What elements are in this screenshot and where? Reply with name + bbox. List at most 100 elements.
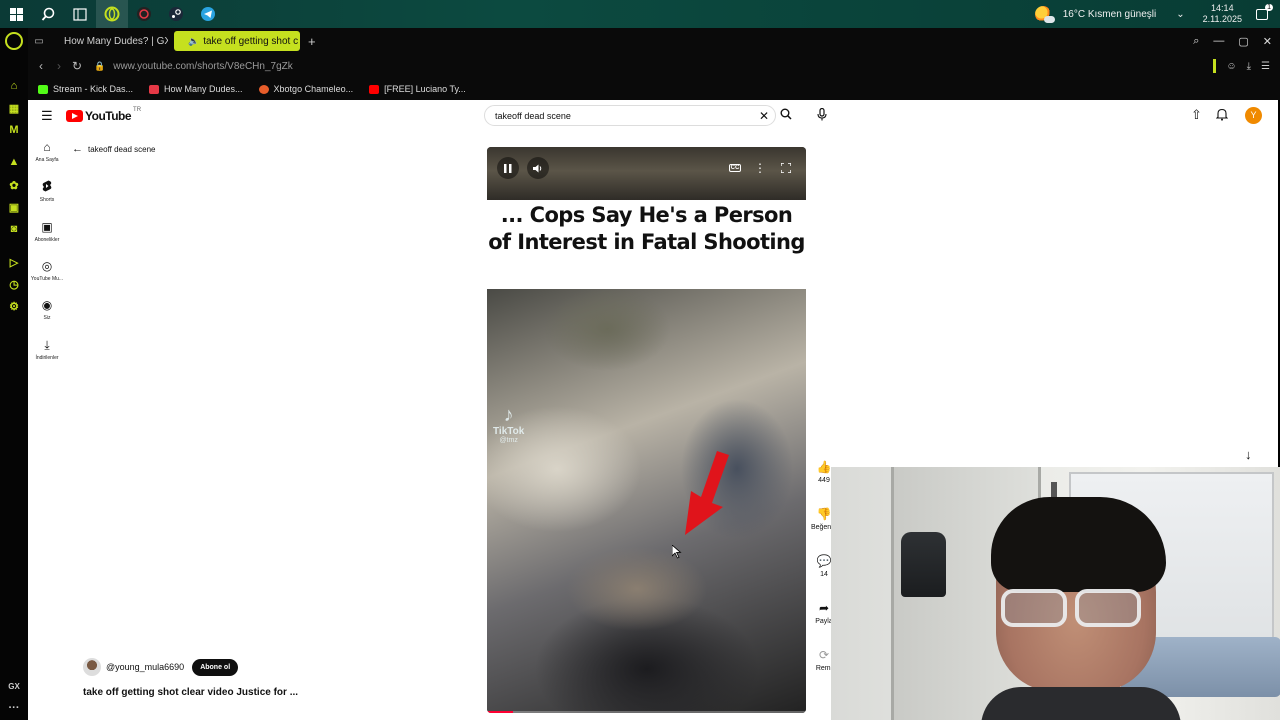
- webcam-person-body: [981, 687, 1181, 720]
- kick-icon: [38, 84, 48, 94]
- gx-control-icon[interactable]: ⌂: [6, 78, 22, 94]
- clear-search-icon[interactable]: ✕: [759, 109, 769, 123]
- hamburger-menu-icon[interactable]: ☰: [41, 108, 53, 124]
- bookmark-xbotgo[interactable]: Xbotgo Chameleo...: [258, 84, 353, 94]
- maximize-icon[interactable]: ▢: [1238, 35, 1248, 48]
- home-icon: ⌂: [43, 140, 51, 154]
- webcam-person-hair: [991, 497, 1166, 592]
- more-icon[interactable]: ···: [6, 700, 22, 716]
- clock-date: 2.11.2025: [1202, 14, 1242, 24]
- youtube-logo[interactable]: YouTube TR: [66, 107, 141, 123]
- minimize-icon[interactable]: —: [1213, 35, 1224, 47]
- sidebar-item-downloads[interactable]: ⤓ İndirilenler: [28, 338, 66, 361]
- captions-button[interactable]: CC: [724, 157, 746, 179]
- menu-icon[interactable]: ☰: [1261, 61, 1270, 72]
- gx-gear-icon[interactable]: ⚙: [6, 298, 22, 314]
- tab-bar: ▭ How Many Dudes? | GX 🔈 take off gettin…: [28, 28, 1280, 54]
- notification-count: 1: [1265, 3, 1273, 11]
- download-icon[interactable]: ⤓: [1247, 61, 1251, 72]
- downloads-icon: ⤓: [44, 338, 50, 352]
- bookmark-label: How Many Dudes...: [164, 84, 243, 94]
- glasses-lens: [1001, 589, 1067, 627]
- video-frame: ♪ TikTok @tmz: [487, 289, 806, 713]
- telegram-icon[interactable]: [192, 0, 224, 28]
- channel-row: @young_mula6690 Abone ol: [83, 658, 239, 676]
- sidebar-item-label: Siz: [43, 315, 51, 321]
- windows-taskbar: 16°C Kısmen güneşli ⌄ 14:14 2.11.2025 1: [0, 0, 1280, 28]
- channel-name[interactable]: @young_mula6690: [106, 662, 184, 672]
- gx-label-icon[interactable]: GX: [6, 678, 22, 694]
- search-input[interactable]: takeoff dead scene ✕: [484, 105, 776, 126]
- fullscreen-icon[interactable]: [775, 157, 797, 179]
- glasses-lens: [1075, 589, 1141, 627]
- new-tab-button[interactable]: +: [308, 34, 316, 49]
- workspace-icon[interactable]: ▭: [28, 36, 50, 47]
- tiktok-watermark: ♪ TikTok @tmz: [493, 404, 524, 444]
- close-icon[interactable]: ✕: [1263, 35, 1272, 48]
- gx-news-icon[interactable]: ▦: [6, 100, 22, 116]
- clock[interactable]: 14:14 2.11.2025: [1203, 3, 1242, 25]
- search-button-icon[interactable]: [780, 108, 792, 123]
- tab-search-icon[interactable]: ⌕: [1193, 35, 1199, 48]
- url-field[interactable]: www.youtube.com/shorts/V8eCHn_7gZk: [113, 61, 293, 72]
- shorts-icon: [28, 180, 66, 194]
- gx-settings-icon[interactable]: ✿: [6, 177, 22, 193]
- pause-button[interactable]: [497, 157, 519, 179]
- gx-favicon: [149, 84, 160, 94]
- sidebar-item-shorts[interactable]: Shorts: [28, 180, 66, 203]
- bell-icon[interactable]: [1215, 108, 1229, 124]
- sidebar-item-home[interactable]: ⌂ Ana Sayfa: [28, 140, 66, 163]
- youtube-header: ☰ YouTube TR takeoff dead scene ✕ ⇧ Y: [28, 100, 1278, 132]
- bookmark-luciano[interactable]: [FREE] Luciano Ty...: [369, 84, 466, 94]
- sidebar-item-subscriptions[interactable]: ▣ Abonelikler: [28, 220, 66, 243]
- bookmark-how-many-dudes[interactable]: How Many Dudes...: [149, 84, 243, 94]
- task-view-icon[interactable]: [64, 0, 96, 28]
- tab-how-many-dudes[interactable]: How Many Dudes? | GX: [50, 31, 168, 51]
- more-options-icon[interactable]: ⋮: [749, 157, 771, 179]
- sidebar-item-label: YouTube Mu...: [30, 276, 64, 282]
- avatar[interactable]: Y: [1245, 107, 1262, 124]
- windows-start-icon[interactable]: [0, 0, 32, 28]
- weather-text[interactable]: 16°C Kısmen güneşli: [1063, 9, 1157, 20]
- tab-label: take off getting shot c: [203, 35, 299, 47]
- notification-icon[interactable]: 1: [1256, 3, 1273, 20]
- gx-player-icon[interactable]: ▷: [6, 254, 22, 270]
- opera-gx-logo[interactable]: [5, 32, 23, 50]
- channel-avatar[interactable]: [83, 658, 101, 676]
- video-progress-bar[interactable]: [487, 711, 806, 713]
- back-to-search[interactable]: ← takeoff dead scene: [72, 143, 155, 155]
- forward-icon[interactable]: ›: [50, 59, 68, 73]
- system-tray: 16°C Kısmen güneşli ⌄ 14:14 2.11.2025 1: [1034, 0, 1280, 28]
- tiktok-logo-icon: ♪: [503, 404, 514, 426]
- chevron-up-icon[interactable]: ⌄: [1176, 9, 1184, 20]
- sidebar-item-you[interactable]: ◉ Siz: [28, 298, 66, 321]
- bookmark-label: [FREE] Luciano Ty...: [384, 84, 466, 94]
- subscribe-button[interactable]: Abone ol: [192, 658, 239, 676]
- opera-gx-taskbar-icon[interactable]: [96, 0, 128, 28]
- app-taskbar-icon[interactable]: [128, 0, 160, 28]
- upload-icon[interactable]: ⇧: [1191, 107, 1202, 123]
- gx-twitch-icon[interactable]: ◙: [6, 221, 22, 237]
- profile-icon[interactable]: ☺: [1226, 61, 1236, 72]
- microphone-icon[interactable]: [817, 107, 827, 124]
- mouse-cursor-icon: [672, 545, 682, 559]
- gx-mail-icon[interactable]: M: [6, 122, 22, 138]
- gx-history-icon[interactable]: ◷: [6, 276, 22, 292]
- tab-youtube-short[interactable]: 🔈 take off getting shot c: [174, 31, 300, 51]
- webcam-person-glasses: [1001, 589, 1141, 627]
- short-title[interactable]: take off getting shot clear video Justic…: [83, 687, 298, 698]
- gx-cleaner-icon[interactable]: ▲: [6, 154, 22, 170]
- arrow-left-icon[interactable]: ←: [72, 143, 83, 155]
- search-icon[interactable]: [32, 0, 64, 28]
- back-label: takeoff dead scene: [88, 144, 156, 154]
- gx-messenger-icon[interactable]: ▣: [6, 199, 22, 215]
- back-icon[interactable]: ‹: [32, 59, 50, 73]
- bookmark-kick[interactable]: Stream - Kick Das...: [38, 84, 133, 94]
- volume-button[interactable]: [527, 157, 549, 179]
- reload-icon[interactable]: ↻: [68, 59, 86, 73]
- shorts-player[interactable]: CC ⋮ ... Cops Say He's a Person of Inter…: [487, 147, 806, 713]
- steam-icon[interactable]: [160, 0, 192, 28]
- next-short-arrow-icon[interactable]: ↓: [1245, 447, 1252, 462]
- sidebar-item-youtube-music[interactable]: ◎ YouTube Mu...: [28, 259, 66, 282]
- speaker-icon[interactable]: 🔈: [188, 36, 199, 47]
